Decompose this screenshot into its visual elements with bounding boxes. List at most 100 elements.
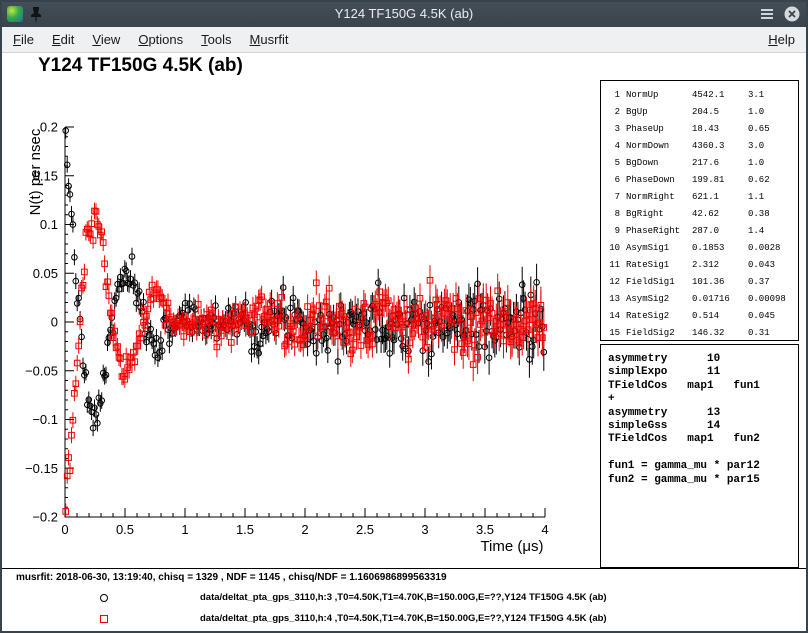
y-tick-label: −0.1 [32,412,58,427]
param-error: 0.62 [748,172,795,189]
param-name: NormRight [626,189,686,206]
legend-label: data/deltat_pta_gps_3110,h:3 ,T0=4.50K,T… [200,592,607,603]
theory-line: asymmetry 13 [608,407,798,420]
legend-item: data/deltat_pta_gps_3110,h:4 ,T0=4.50K,T… [0,612,607,625]
param-name: AsymSig1 [626,240,686,257]
param-value: 0.1853 [692,240,742,257]
y-tick-label: −0.2 [32,510,58,525]
x-tick-label: 0.5 [116,522,134,537]
y-tick-label: −0.05 [25,363,58,378]
theory-line: simplExpo 11 [608,366,798,379]
window-title: Y124 TF150G 4.5K (ab) [335,6,474,21]
param-value: 217.6 [692,155,742,172]
menu-item-options[interactable]: Options [129,29,192,50]
param-row: 10AsymSig10.18530.0028 [608,240,795,257]
titlebar[interactable]: Y124 TF150G 4.5K (ab) [0,0,808,27]
param-no: 6 [608,172,620,189]
param-no: 2 [608,104,620,121]
menu-item-musrfit[interactable]: Musrfit [241,29,298,50]
param-value: 287.0 [692,223,742,240]
param-error: 0.043 [748,257,795,274]
param-value: 146.32 [692,325,742,342]
y-tick-label: −0.15 [25,461,58,476]
param-name: PhaseDown [626,172,686,189]
param-value: 199.81 [692,172,742,189]
x-tick-label: 0 [61,522,68,537]
menu-item-edit[interactable]: Edit [43,29,83,50]
param-name: BgDown [626,155,686,172]
param-value: 101.36 [692,274,742,291]
menu-item-file[interactable]: File [4,29,43,50]
footer-separator [0,568,808,569]
param-value: 0.514 [692,308,742,325]
legend-label: data/deltat_pta_gps_3110,h:4 ,T0=4.50K,T… [200,613,607,624]
param-value: 621.1 [692,189,742,206]
menu-bar: FileEditViewOptionsToolsMusrfit Help [0,27,808,53]
theory-line: fun1 = gamma_mu * par12 [608,460,798,473]
x-tick-label: 2.5 [356,522,374,537]
menu-item-tools[interactable]: Tools [192,29,240,50]
x-tick-label: 1 [181,522,188,537]
app-icon [7,6,23,22]
param-no: 8 [608,206,620,223]
param-row: 9PhaseRight287.01.4 [608,223,795,240]
y-tick-label: 0.05 [33,266,58,281]
param-name: FieldSig2 [626,325,686,342]
param-name: RateSig2 [626,308,686,325]
param-name: NormUp [626,87,686,104]
window-menu-icon[interactable] [760,8,774,20]
param-value: 4542.1 [692,87,742,104]
close-icon[interactable] [783,5,801,23]
theory-line: asymmetry 10 [608,353,798,366]
param-row: 3PhaseUp18.430.65 [608,121,795,138]
x-tick-label: 4 [541,522,548,537]
param-name: FieldSig1 [626,274,686,291]
param-row: 6 PhaseDown 199.81 0.62 [608,172,795,189]
param-value: 18.43 [692,121,742,138]
param-no: 9 [608,223,620,240]
theory-line: + [608,393,798,406]
param-error: 0.65 [748,121,795,138]
parameter-list: 1NormUp4542.13.12BgUp204.51.03PhaseUp18.… [608,87,795,342]
param-row: 1NormUp4542.13.1 [608,87,795,104]
param-no: 12 [608,274,620,291]
param-name: PhaseUp [626,121,686,138]
fit-statistics: musrfit: 2018-06-30, 13:19:40, chisq = 1… [16,572,447,583]
param-error: 3.0 [748,138,795,155]
param-row: 15 FieldSig2 146.32 0.31 [608,325,795,342]
param-no: 15 [608,325,620,342]
param-error: 0.31 [748,325,795,342]
menu-item-help[interactable]: Help [759,29,804,50]
theory-line: simpleGss 14 [608,420,798,433]
x-tick-label: 2 [301,522,308,537]
param-error: 1.0 [748,155,795,172]
parameter-panel: 1NormUp4542.13.12BgUp204.51.03PhaseUp18.… [600,80,799,341]
y-tick-label: 0 [51,315,58,330]
plot-title: Y124 TF150G 4.5K (ab) [38,55,243,77]
param-error: 0.38 [748,206,795,223]
menu-item-view[interactable]: View [83,29,129,50]
param-error: 3.1 [748,87,795,104]
plot-legend: data/deltat_pta_gps_3110,h:3 ,T0=4.50K,T… [0,591,607,625]
x-tick-label: 3.5 [476,522,494,537]
app-window: Y124 TF150G 4.5K (ab) FileEditViewOption… [0,0,808,633]
param-name: RateSig1 [626,257,686,274]
param-no: 5 [608,155,620,172]
param-row: 4NormDown4360.33.0 [608,138,795,155]
param-error: 0.045 [748,308,795,325]
param-value: 0.01716 [692,291,742,308]
param-error: 0.37 [748,274,795,291]
red-square-icon [100,615,108,623]
param-no: 4 [608,138,620,155]
plot-canvas[interactable]: 00.511.522.533.54−0.2−0.15−0.1−0.0500.05… [0,85,600,568]
theory-line: TFieldCos map1 fun2 [608,433,798,446]
param-name: BgRight [626,206,686,223]
series-markers [63,208,547,514]
y-axis-title: N(t) per nsec [27,128,44,215]
pin-icon[interactable] [30,6,42,22]
menu-items: FileEditViewOptionsToolsMusrfit [4,29,298,50]
theory-panel: asymmetry 10simplExpo 11 TFieldCos map1 f… [600,344,799,568]
param-no: 13 [608,291,620,308]
theory-line [608,447,798,460]
param-row: 2BgUp204.51.0 [608,104,795,121]
